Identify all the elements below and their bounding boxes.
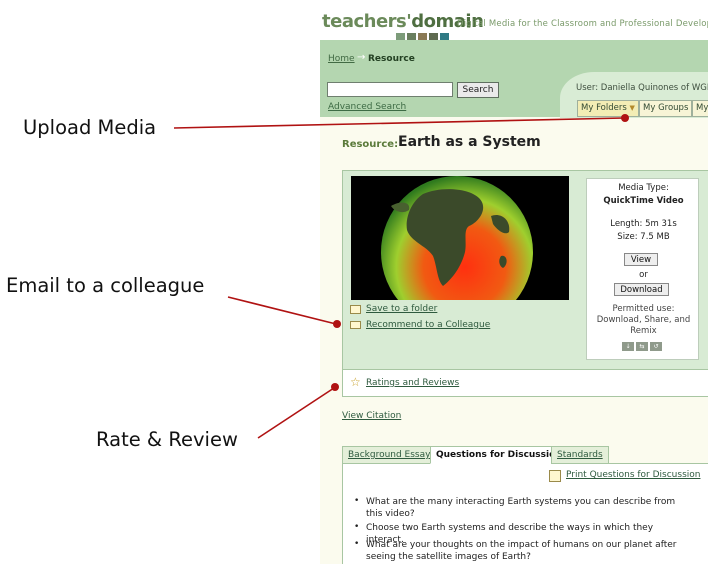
email-arrow-dot <box>333 320 341 328</box>
upload-arrow-dot <box>621 114 629 122</box>
rate-arrow-dot <box>331 383 339 391</box>
callout-upload-media: Upload Media <box>23 116 157 139</box>
email-arrow-line <box>227 296 337 325</box>
callout-rate-review: Rate & Review <box>96 428 238 451</box>
rate-arrow-line <box>257 387 335 439</box>
upload-arrow-line <box>173 117 625 129</box>
callout-email-colleague: Email to a colleague <box>6 274 205 297</box>
